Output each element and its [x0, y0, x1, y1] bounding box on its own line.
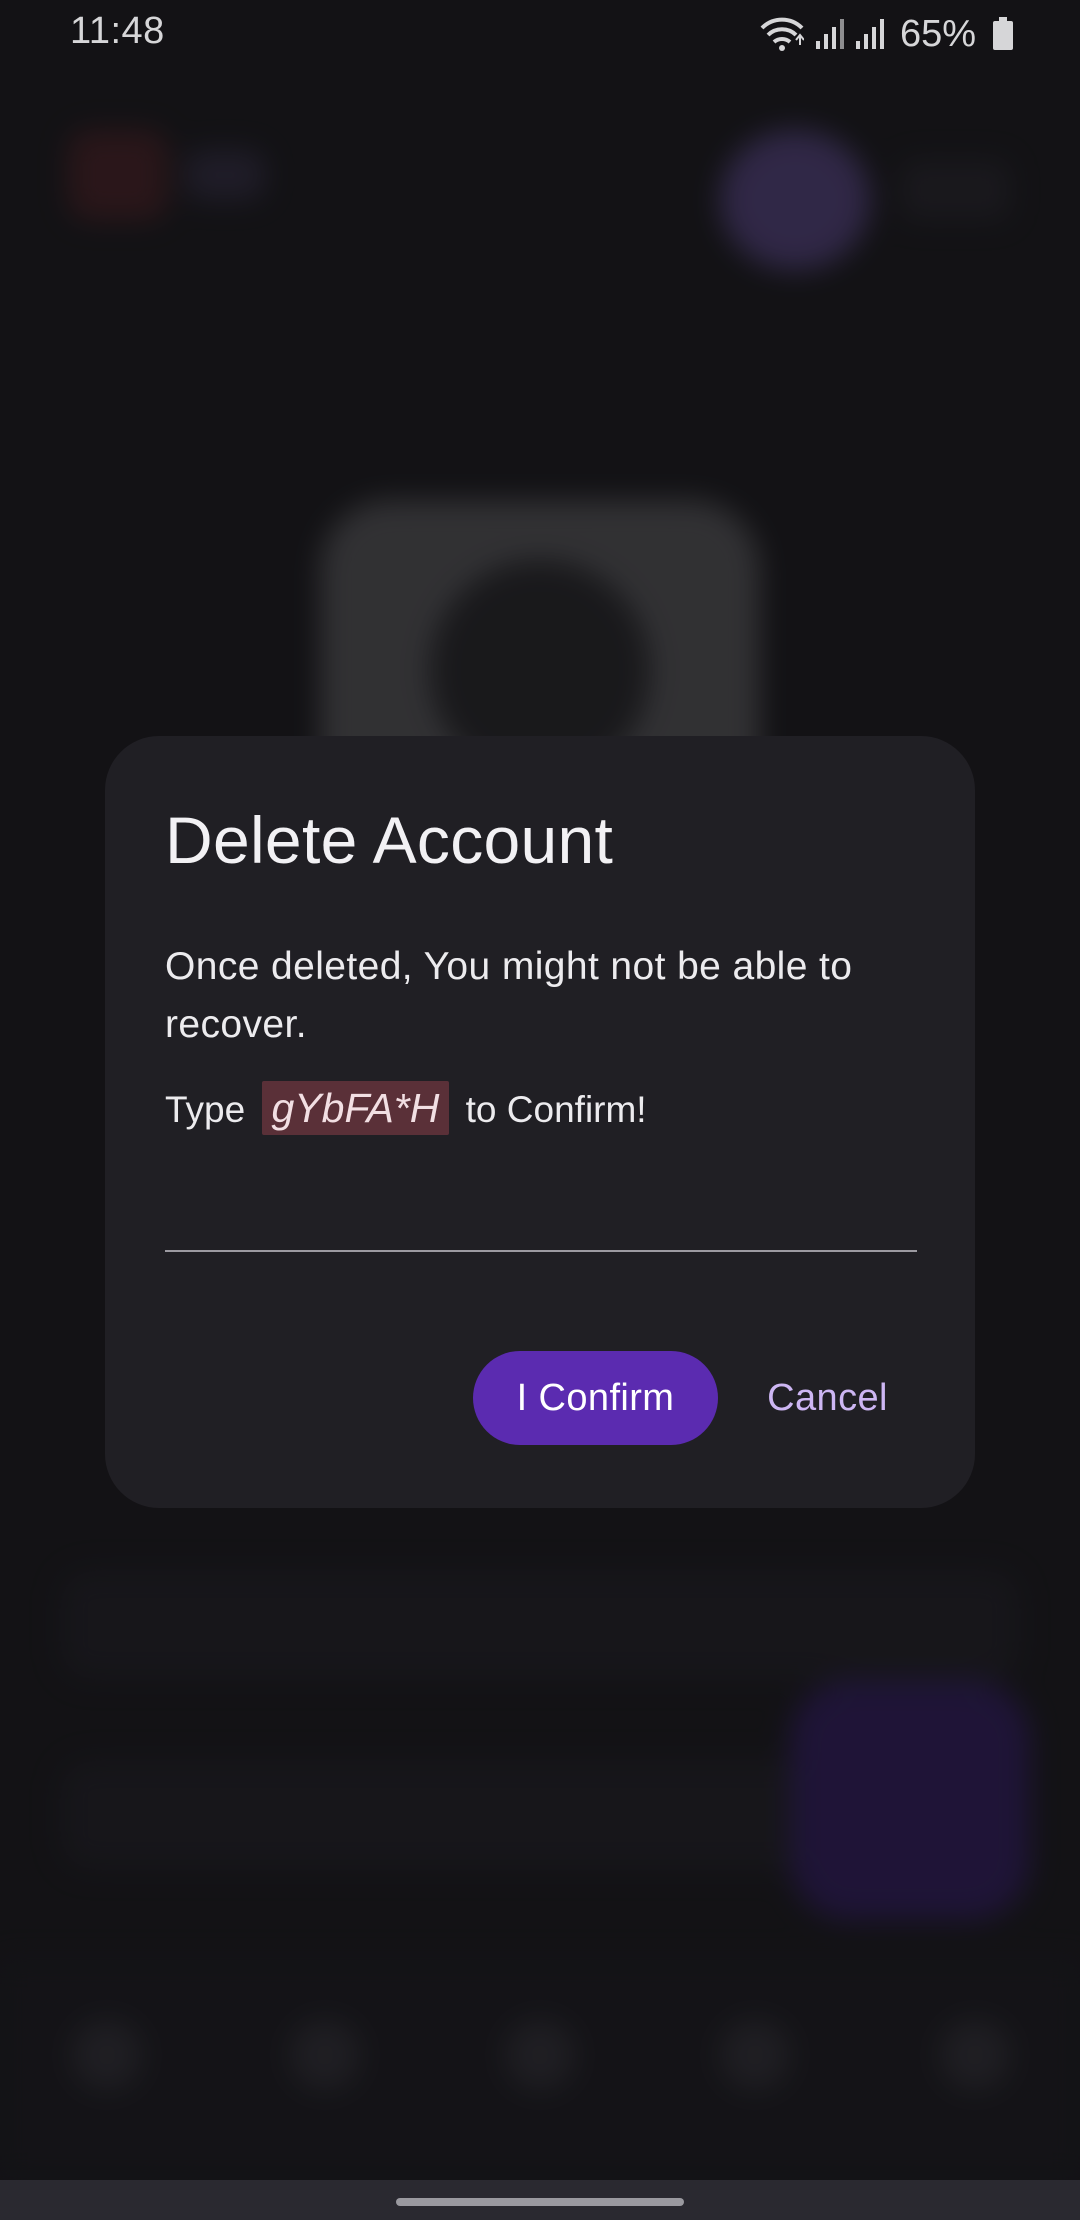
- confirm-code-input[interactable]: [165, 1176, 917, 1252]
- confirm-code: gYbFA*H: [261, 1081, 450, 1135]
- signal-icon: [854, 17, 884, 51]
- dialog-title: Delete Account: [165, 803, 614, 877]
- confirm-suffix: to Confirm!: [465, 1089, 647, 1130]
- status-icons: 65%: [760, 12, 1014, 56]
- battery-percent: 65%: [899, 12, 976, 55]
- confirm-button[interactable]: I Confirm: [473, 1351, 718, 1445]
- gesture-navigation-bar: [0, 2180, 1080, 2220]
- wifi-icon: [760, 16, 804, 52]
- cancel-button[interactable]: Cancel: [735, 1351, 920, 1445]
- status-time: 11:48: [70, 10, 165, 52]
- confirm-instruction: Type gYbFA*H to Confirm!: [165, 1080, 647, 1140]
- delete-account-dialog: Delete Account Once deleted, You might n…: [105, 736, 975, 1508]
- status-bar: 11:48 65%: [0, 0, 1080, 68]
- home-gesture-handle[interactable]: [396, 2198, 684, 2206]
- screen: 11:48 65% Delete Account Once deleted, Y…: [0, 0, 1080, 2220]
- signal-icon: [814, 17, 844, 51]
- confirm-prefix: Type: [165, 1089, 246, 1130]
- dialog-message: Once deleted, You might not be able to r…: [165, 945, 853, 1046]
- battery-icon: [992, 17, 1014, 51]
